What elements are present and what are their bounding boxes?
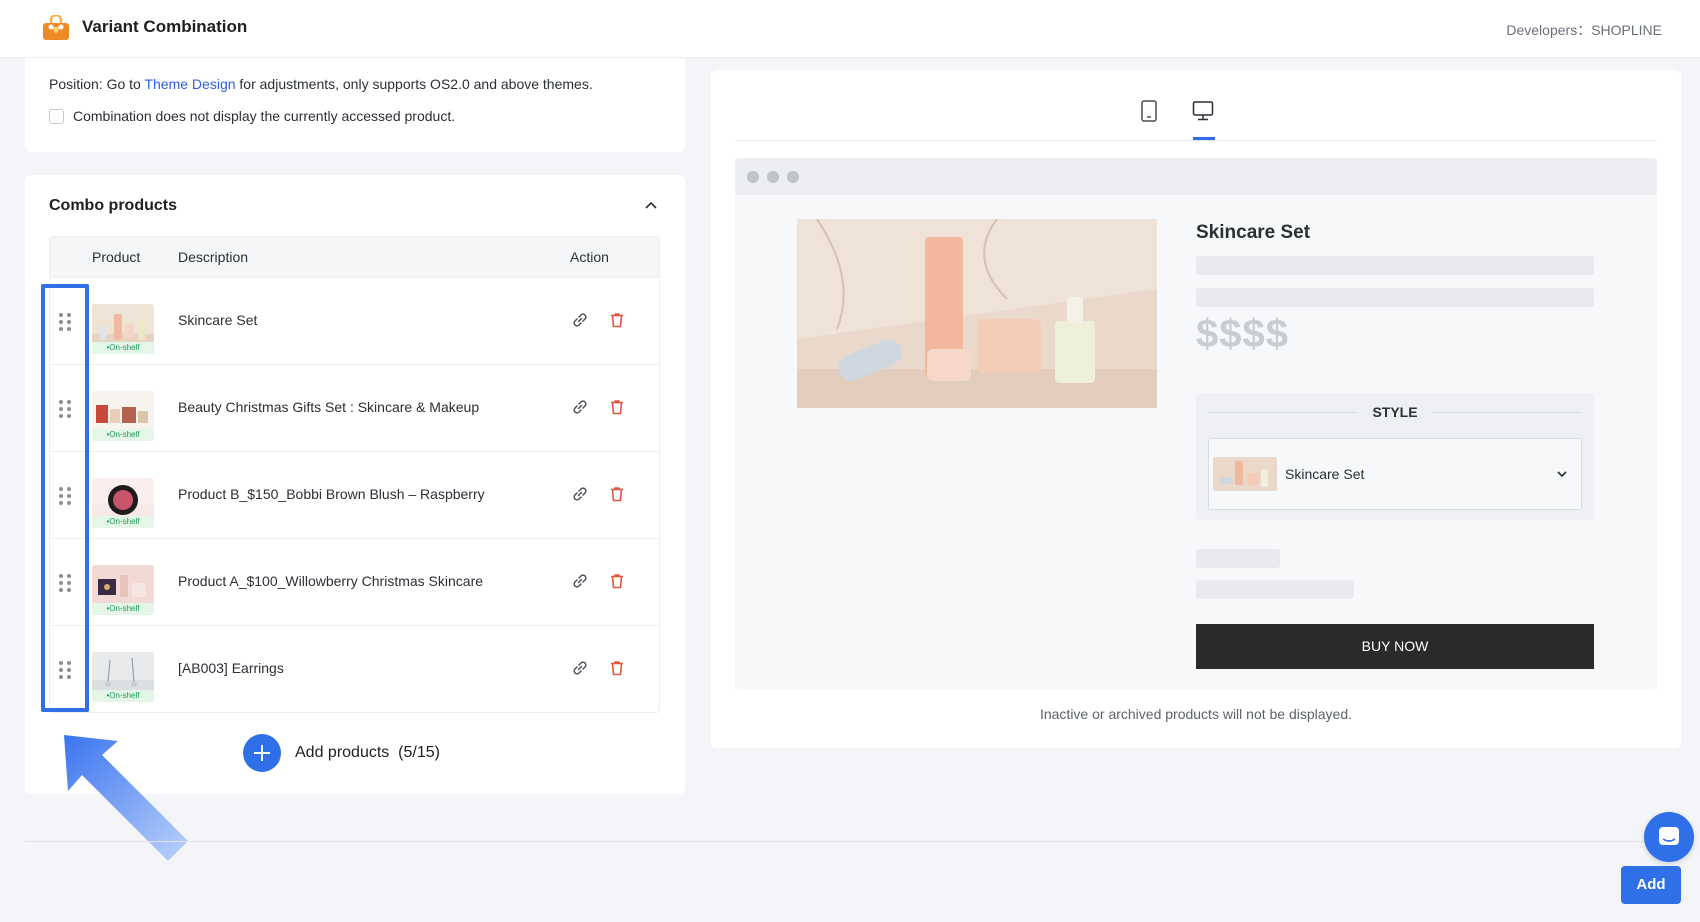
add-button[interactable]: Add bbox=[1621, 866, 1681, 904]
product-image bbox=[797, 219, 1157, 408]
table-row: •On-shelf Skincare Set bbox=[50, 277, 659, 364]
chevron-up-icon[interactable] bbox=[643, 197, 659, 213]
product-description: Product B_$150_Bobbi Brown Blush – Raspb… bbox=[178, 486, 485, 502]
product-description: [AB003] Earrings bbox=[178, 660, 284, 676]
table-row: •On-shelf Product A_$100_Willowberry Chr… bbox=[50, 538, 659, 625]
drag-handle-icon[interactable] bbox=[59, 313, 71, 331]
theme-design-link[interactable]: Theme Design bbox=[144, 76, 235, 92]
trash-icon[interactable] bbox=[608, 485, 626, 503]
text-placeholder bbox=[1196, 580, 1354, 599]
position-text: Position: Go to Theme Design for adjustm… bbox=[49, 76, 593, 92]
price-placeholder: $$$$ bbox=[1196, 312, 1289, 356]
column-action: Action bbox=[570, 249, 609, 265]
link-icon[interactable] bbox=[571, 311, 589, 329]
table-row: •On-shelf [AB003] Earrings bbox=[50, 625, 659, 712]
product-description: Product A_$100_Willowberry Christmas Ski… bbox=[178, 573, 484, 589]
product-thumbnail: •On-shelf bbox=[92, 652, 154, 702]
link-icon[interactable] bbox=[571, 485, 589, 503]
product-thumbnail: •On-shelf bbox=[92, 391, 154, 441]
top-bar: Variant Combination Developers：SHOPLINE bbox=[0, 0, 1700, 58]
table-row: •On-shelf Product B_$150_Bobbi Brown Blu… bbox=[50, 451, 659, 538]
link-icon[interactable] bbox=[571, 659, 589, 677]
link-icon[interactable] bbox=[571, 398, 589, 416]
text-placeholder bbox=[1196, 256, 1594, 275]
hide-current-product-label: Combination does not display the current… bbox=[73, 108, 456, 124]
drag-handle-icon[interactable] bbox=[59, 661, 71, 679]
preview-product-name: Skincare Set bbox=[1196, 222, 1311, 243]
position-prefix: Position: Go to bbox=[49, 76, 145, 92]
window-dot bbox=[787, 171, 799, 183]
style-label: STYLE bbox=[1372, 404, 1418, 420]
style-selected-value: Skincare Set bbox=[1285, 466, 1365, 482]
hide-current-product-option[interactable]: Combination does not display the current… bbox=[49, 108, 455, 124]
browser-bar bbox=[735, 158, 1657, 195]
drag-handle-icon[interactable] bbox=[59, 400, 71, 418]
position-card: Position: Go to Theme Design for adjustm… bbox=[25, 58, 685, 152]
on-shelf-badge: •On-shelf bbox=[92, 516, 154, 528]
buy-now-button[interactable]: BUY NOW bbox=[1196, 624, 1594, 669]
drag-handle-icon[interactable] bbox=[59, 574, 71, 592]
window-dot bbox=[767, 171, 779, 183]
on-shelf-badge: •On-shelf bbox=[92, 342, 154, 354]
column-product: Product bbox=[92, 249, 141, 265]
product-description: Skincare Set bbox=[178, 312, 258, 328]
trash-icon[interactable] bbox=[608, 311, 626, 329]
footer-divider bbox=[25, 841, 1681, 842]
gift-bag-icon bbox=[43, 15, 69, 40]
variant-thumbnail bbox=[1213, 457, 1277, 491]
table-header: Product Description Action bbox=[50, 237, 659, 277]
hide-current-product-checkbox[interactable] bbox=[49, 108, 64, 124]
trash-icon[interactable] bbox=[608, 659, 626, 677]
combo-products-card: Combo products Product Description Actio… bbox=[25, 175, 685, 794]
product-thumbnail: •On-shelf bbox=[92, 565, 154, 615]
window-dot bbox=[747, 171, 759, 183]
column-description: Description bbox=[178, 249, 249, 265]
position-suffix: for adjustments, only supports OS2.0 and… bbox=[235, 76, 593, 92]
trash-icon[interactable] bbox=[608, 398, 626, 416]
active-tab-indicator bbox=[1193, 137, 1215, 140]
combo-products-title: Combo products bbox=[49, 197, 177, 214]
on-shelf-badge: •On-shelf bbox=[92, 429, 154, 441]
device-tabs bbox=[735, 70, 1657, 141]
link-icon[interactable] bbox=[571, 572, 589, 590]
drag-handle-icon[interactable] bbox=[59, 487, 71, 505]
add-products-button[interactable]: Add products (5/15) bbox=[243, 734, 440, 772]
app-title: Variant Combination bbox=[82, 17, 248, 36]
style-dropdown[interactable]: Skincare Set bbox=[1208, 438, 1582, 510]
desktop-icon[interactable] bbox=[1192, 100, 1214, 122]
trash-icon[interactable] bbox=[608, 572, 626, 590]
product-thumbnail: •On-shelf bbox=[92, 478, 154, 528]
on-shelf-badge: •On-shelf bbox=[92, 603, 154, 615]
storefront-preview: Skincare Set $$$$ STYLE Skincare Set BUY… bbox=[735, 158, 1657, 690]
style-selector: STYLE Skincare Set bbox=[1196, 393, 1594, 520]
text-placeholder bbox=[1196, 549, 1280, 568]
developer-credit: Developers：SHOPLINE bbox=[1506, 22, 1662, 38]
preview-note: Inactive or archived products will not b… bbox=[1039, 706, 1353, 722]
on-shelf-badge: •On-shelf bbox=[92, 690, 154, 702]
product-description: Beauty Christmas Gifts Set : Skincare & … bbox=[178, 399, 480, 415]
product-thumbnail: •On-shelf bbox=[92, 304, 154, 354]
combo-products-table: Product Description Action •On-shelf Ski… bbox=[49, 236, 660, 713]
table-row: •On-shelf Beauty Christmas Gifts Set : S… bbox=[50, 364, 659, 451]
mobile-icon[interactable] bbox=[1140, 100, 1158, 122]
preview-card: Skincare Set $$$$ STYLE Skincare Set BUY… bbox=[711, 70, 1681, 748]
text-placeholder bbox=[1196, 288, 1594, 307]
chat-icon[interactable] bbox=[1644, 812, 1694, 862]
plus-icon[interactable] bbox=[243, 734, 281, 772]
chevron-down-icon bbox=[1557, 471, 1567, 478]
add-products-label: Add products (5/15) bbox=[295, 744, 440, 761]
